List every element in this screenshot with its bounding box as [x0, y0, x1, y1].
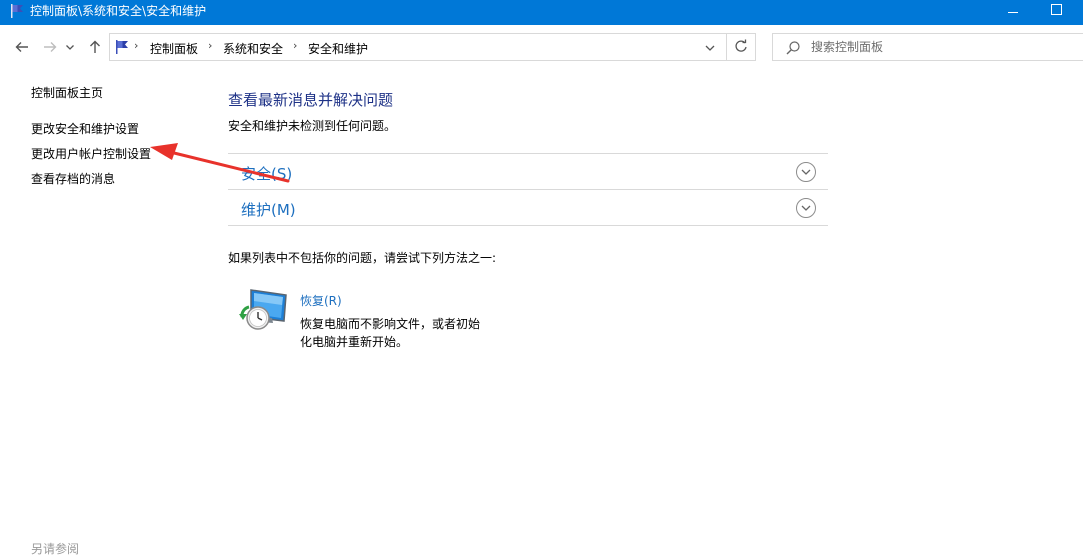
- sidebar-see-also-label: 另请参阅: [31, 542, 80, 556]
- maximize-button[interactable]: [1037, 0, 1083, 25]
- sidebar-item-change-security-settings[interactable]: 更改安全和维护设置: [31, 120, 139, 137]
- search-input[interactable]: [811, 39, 1061, 55]
- section-security[interactable]: 安全(S): [241, 163, 292, 184]
- address-history-chevron-icon[interactable]: [700, 40, 720, 56]
- divider: [228, 153, 828, 154]
- sidebar-item-home[interactable]: 控制面板主页: [31, 84, 103, 101]
- chevron-down-icon[interactable]: [64, 37, 76, 57]
- window-title: 控制面板\系统和安全\安全和维护: [30, 4, 207, 18]
- search-icon: [785, 40, 801, 59]
- arrow-right-icon[interactable]: [40, 37, 60, 57]
- section-maintenance[interactable]: 维护(M): [241, 199, 296, 220]
- recovery-description: 恢复电脑而不影响文件，或者初始化电脑并重新开始。: [300, 317, 481, 349]
- breadcrumb-separator: ›: [134, 39, 139, 52]
- expand-maintenance-chevron-icon[interactable]: [796, 198, 816, 218]
- recovery-monitor-clock-icon[interactable]: [238, 287, 290, 333]
- control-panel-flag-icon: [114, 39, 130, 55]
- breadcrumb-security-maintenance[interactable]: 安全和维护: [308, 40, 368, 57]
- recovery-link[interactable]: 恢复(R): [300, 292, 342, 309]
- address-bar[interactable]: › 控制面板 › 系统和安全 › 安全和维护: [109, 33, 727, 61]
- navigation-bar: › 控制面板 › 系统和安全 › 安全和维护: [0, 25, 1083, 69]
- page-heading: 查看最新消息并解决问题: [228, 91, 394, 109]
- minimize-button[interactable]: [990, 0, 1036, 25]
- arrow-up-icon[interactable]: [85, 37, 105, 57]
- refresh-icon: [735, 39, 747, 52]
- control-panel-flag-icon: [9, 3, 25, 19]
- refresh-button[interactable]: [727, 33, 756, 61]
- search-box[interactable]: [772, 33, 1083, 61]
- expand-security-chevron-icon[interactable]: [796, 162, 816, 182]
- page-subheading: 安全和维护未检测到任何问题。: [228, 119, 397, 133]
- breadcrumb-control-panel[interactable]: 控制面板: [150, 40, 198, 57]
- arrow-left-icon[interactable]: [12, 37, 32, 57]
- troubleshoot-hint: 如果列表中不包括你的问题，请尝试下列方法之一:: [228, 251, 497, 265]
- divider: [228, 189, 828, 190]
- divider: [228, 225, 828, 226]
- breadcrumb-separator: ›: [293, 39, 298, 52]
- sidebar-item-change-uac-settings[interactable]: 更改用户帐户控制设置: [31, 145, 151, 162]
- breadcrumb-system-security[interactable]: 系统和安全: [223, 40, 283, 57]
- sidebar-item-archived-messages[interactable]: 查看存档的消息: [31, 170, 115, 187]
- breadcrumb-separator: ›: [208, 39, 213, 52]
- annotation-arrow: [150, 143, 290, 183]
- title-bar: 控制面板\系统和安全\安全和维护: [0, 0, 1083, 25]
